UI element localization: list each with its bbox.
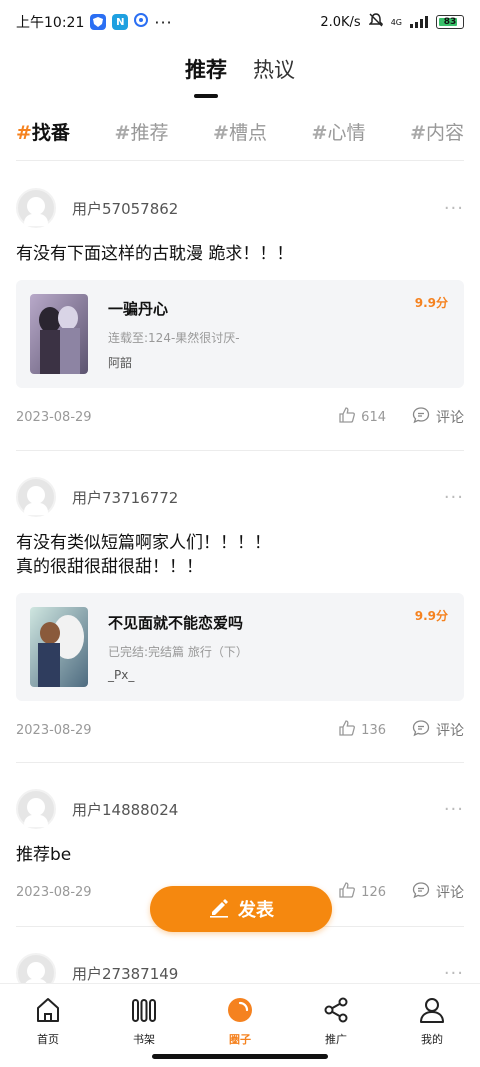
nav-promote-label: 推广 (325, 1033, 347, 1046)
home-indicator (152, 1054, 328, 1059)
compass-app-icon (134, 13, 149, 31)
publish-label: 发表 (238, 900, 274, 921)
like-button[interactable]: 126 (339, 882, 386, 902)
comment-icon (412, 406, 430, 428)
more-options-icon[interactable]: ··· (444, 963, 464, 984)
divider (16, 450, 464, 451)
post-text-line: 真的很甜很甜很甜！！！ (16, 557, 203, 577)
divider (16, 160, 464, 161)
comment-button[interactable]: 评论 (412, 406, 464, 428)
post-text: 有没有下面这样的古耽漫 跪求！！！ (16, 244, 294, 264)
share-icon (322, 996, 350, 1027)
avatar[interactable] (16, 188, 56, 228)
profile-icon (418, 996, 446, 1027)
top-tabs: 推荐 热议 (0, 54, 480, 98)
nav-circle-label: 圈子 (229, 1033, 251, 1046)
post-date: 2023-08-29 (16, 409, 92, 425)
hashtag-tab-content[interactable]: #内容 (410, 118, 464, 145)
mute-icon (367, 13, 384, 31)
comment-button[interactable]: 评论 (412, 881, 464, 903)
book-score: 9.9分 (414, 609, 448, 623)
avatar[interactable] (16, 789, 56, 829)
bookshelf-icon (130, 996, 158, 1027)
username[interactable]: 用户73716772 (72, 487, 178, 508)
nav-bookshelf-label: 书架 (133, 1033, 155, 1046)
edit-pen-icon (208, 896, 230, 923)
comment-button[interactable]: 评论 (412, 719, 464, 741)
hashtag-tab-mood[interactable]: #心情 (312, 118, 366, 145)
comment-label: 评论 (436, 723, 464, 739)
post-date: 2023-08-29 (16, 884, 92, 900)
book-card[interactable]: 一骗丹心 连载至:124-果然很讨厌- 阿韶 9.9分 (16, 280, 464, 388)
hashtag-tab-complaints[interactable]: #槽点 (213, 118, 267, 145)
battery-level: 83 (443, 17, 457, 27)
avatar[interactable] (16, 477, 56, 517)
more-status-icon: ··· (154, 12, 173, 32)
comment-label: 评论 (436, 885, 464, 901)
like-button[interactable]: 614 (339, 407, 386, 427)
net-speed: 2.0K/s (320, 14, 361, 30)
bottom-nav: 首页 书架 圈子 推广 我的 (0, 983, 480, 1067)
like-button[interactable]: 136 (339, 720, 386, 740)
publish-button[interactable]: 发表 (150, 886, 332, 932)
username[interactable]: 用户57057862 (72, 198, 178, 219)
post-card[interactable]: 用户73716772 ··· 有没有类似短篇啊家人们！！！！ 真的很甜很甜很甜！… (16, 475, 464, 741)
thumbs-up-icon (339, 882, 356, 902)
network-type: 4G (390, 17, 402, 27)
book-author: 阿韶 (108, 355, 133, 370)
home-icon (34, 996, 62, 1027)
status-bar: 上午10:21 N ··· 2.0K/s 4G 83 (0, 0, 480, 44)
book-author: _Px_ (108, 668, 135, 682)
book-card[interactable]: 不见面就不能恋爱吗 已完结:完结篇 旅行（下） _Px_ 9.9分 (16, 593, 464, 701)
like-count: 126 (361, 884, 386, 900)
username[interactable]: 用户14888024 (72, 799, 178, 820)
circle-icon (226, 996, 254, 1027)
book-status: 已完结:完结篇 旅行（下） (108, 645, 248, 659)
book-cover-image (30, 294, 88, 374)
hashtag-tabs: #找番 #推荐 #槽点 #心情 #内容 (16, 118, 464, 145)
nav-profile[interactable]: 我的 (384, 984, 480, 1067)
like-count: 614 (361, 409, 386, 425)
nav-home-label: 首页 (37, 1033, 59, 1046)
comment-icon (412, 881, 430, 903)
hashtag-tab-recommend[interactable]: #推荐 (115, 118, 169, 145)
book-title: 不见面就不能恋爱吗 (108, 614, 244, 632)
more-options-icon[interactable]: ··· (444, 198, 464, 219)
book-status: 连载至:124-果然很讨厌- (108, 330, 240, 345)
tab-recommend[interactable]: 推荐 (185, 54, 227, 98)
nav-profile-label: 我的 (421, 1033, 443, 1046)
tab-hot[interactable]: 热议 (253, 54, 295, 98)
post-text-line: 有没有类似短篇啊家人们！！！！ (16, 533, 271, 553)
thumbs-up-icon (339, 407, 356, 427)
comment-icon (412, 719, 430, 741)
more-options-icon[interactable]: ··· (444, 799, 464, 820)
signal-icon (410, 16, 428, 28)
more-options-icon[interactable]: ··· (444, 487, 464, 508)
post-text: 有没有类似短篇啊家人们！！！！ 真的很甜很甜很甜！！！ (16, 531, 464, 579)
post-card[interactable]: 用户57057862 ··· 有没有下面这样的古耽漫 跪求！！！ 一骗丹心 连载… (16, 186, 464, 428)
like-count: 136 (361, 722, 386, 738)
book-score: 9.9分 (414, 296, 448, 310)
post-date: 2023-08-29 (16, 722, 92, 738)
comment-label: 评论 (436, 410, 464, 426)
status-time: 上午10:21 (16, 15, 85, 31)
book-title: 一骗丹心 (108, 299, 169, 318)
post-text: 推荐be (16, 845, 72, 865)
book-cover-image (30, 607, 88, 687)
hashtag-tab-find[interactable]: #找番 (16, 118, 70, 145)
n-app-icon: N (112, 14, 129, 30)
username[interactable]: 用户27387149 (72, 963, 178, 984)
thumbs-up-icon (339, 720, 356, 740)
divider (16, 762, 464, 763)
nav-home[interactable]: 首页 (0, 984, 96, 1067)
shield-app-icon (90, 14, 107, 30)
battery-icon: 83 (436, 15, 464, 29)
